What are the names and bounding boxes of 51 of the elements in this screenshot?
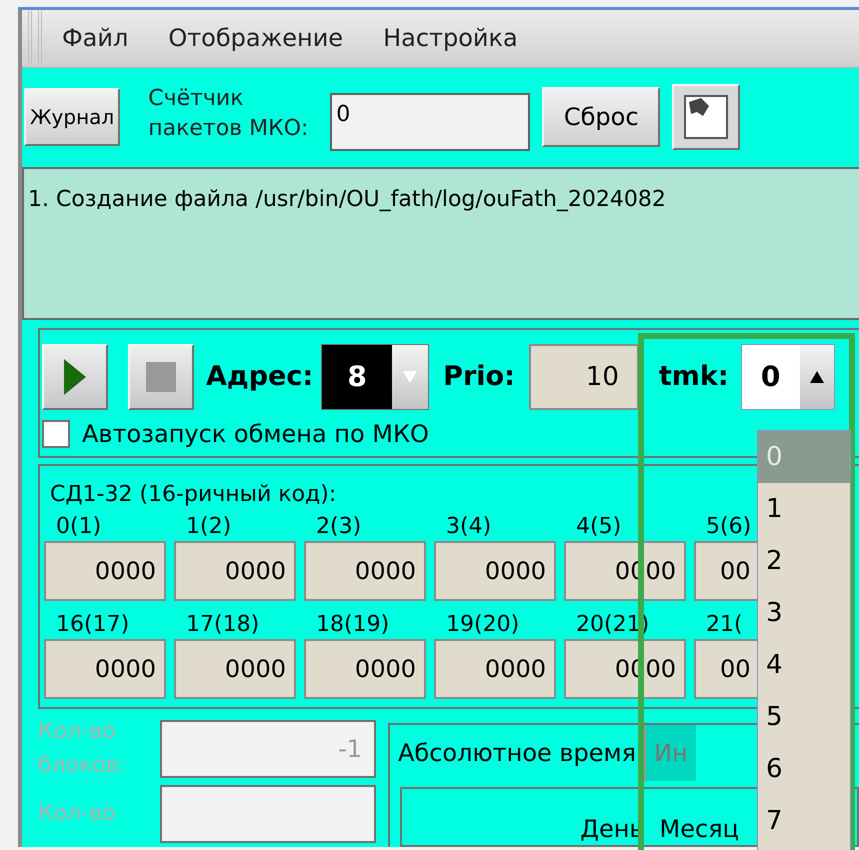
log-line: 1. Создание файла /usr/bin/OU_fath/log/ouFath_2024082: [28, 186, 666, 214]
up-arrow-icon: [810, 371, 824, 384]
hex-title: СД1-32 (16-ричный код):: [50, 481, 336, 509]
menu-item[interactable]: Отображение: [168, 20, 344, 56]
down-arrow-icon: [403, 371, 418, 384]
dropdown-option[interactable]: 1: [758, 483, 850, 535]
document-icon: [683, 94, 730, 140]
register-label: 4(5): [576, 513, 622, 541]
register-label: 16(17): [56, 611, 130, 639]
dropdown-option[interactable]: 6: [758, 743, 850, 795]
register-label: 19(20): [446, 611, 520, 639]
register-label: 17(18): [186, 611, 260, 639]
register-field[interactable]: 0000: [174, 541, 296, 601]
address-spinbox[interactable]: 8: [321, 344, 430, 410]
register-label: 21(: [706, 611, 743, 639]
register-field[interactable]: 0000: [44, 541, 166, 601]
prio-label: Prio:: [443, 360, 515, 394]
register-field[interactable]: 0000: [434, 541, 556, 601]
play-icon: [64, 359, 86, 396]
register-field[interactable]: 0000: [174, 639, 296, 699]
reset-button[interactable]: Сброс: [542, 87, 660, 148]
address-label: Адрес:: [206, 360, 314, 394]
autostart-label: Автозапуск обмена по МКО: [82, 419, 429, 450]
dropdown-option[interactable]: 7: [758, 795, 850, 847]
blocks-label: Кол-во блоков:: [38, 718, 128, 780]
stop-button[interactable]: [128, 344, 194, 410]
register-label: 0(1): [56, 513, 102, 541]
image-button[interactable]: [672, 84, 740, 150]
register-field[interactable]: 0000: [304, 639, 426, 699]
counter-label: Счётчик пакетов МКО:: [148, 85, 310, 144]
journal-button[interactable]: Журнал: [24, 88, 120, 146]
autostart-checkbox[interactable]: [42, 420, 70, 448]
register-label: 1(2): [186, 513, 232, 541]
register-label: 2(3): [316, 513, 362, 541]
menu-item[interactable]: Настройка: [383, 20, 518, 56]
prio-field[interactable]: 10: [528, 344, 639, 410]
register-label: 5(6): [706, 513, 752, 541]
blocks-field[interactable]: [160, 785, 376, 843]
column-header: Месяц: [660, 817, 739, 841]
tmk-combobox[interactable]: 0: [740, 344, 835, 410]
counter-field[interactable]: 0: [330, 93, 530, 152]
register-label: 18(19): [316, 611, 390, 639]
register-field[interactable]: 0000: [44, 639, 166, 699]
stop-icon: [146, 362, 176, 392]
menu-item[interactable]: Файл: [62, 20, 128, 56]
tmk-label: tmk:: [658, 360, 729, 394]
register-field[interactable]: 0000: [434, 639, 556, 699]
register-field[interactable]: 0000: [304, 541, 426, 601]
blocks-label: Кол-во: [38, 800, 117, 828]
play-button[interactable]: [42, 344, 108, 410]
register-label: 3(4): [446, 513, 492, 541]
